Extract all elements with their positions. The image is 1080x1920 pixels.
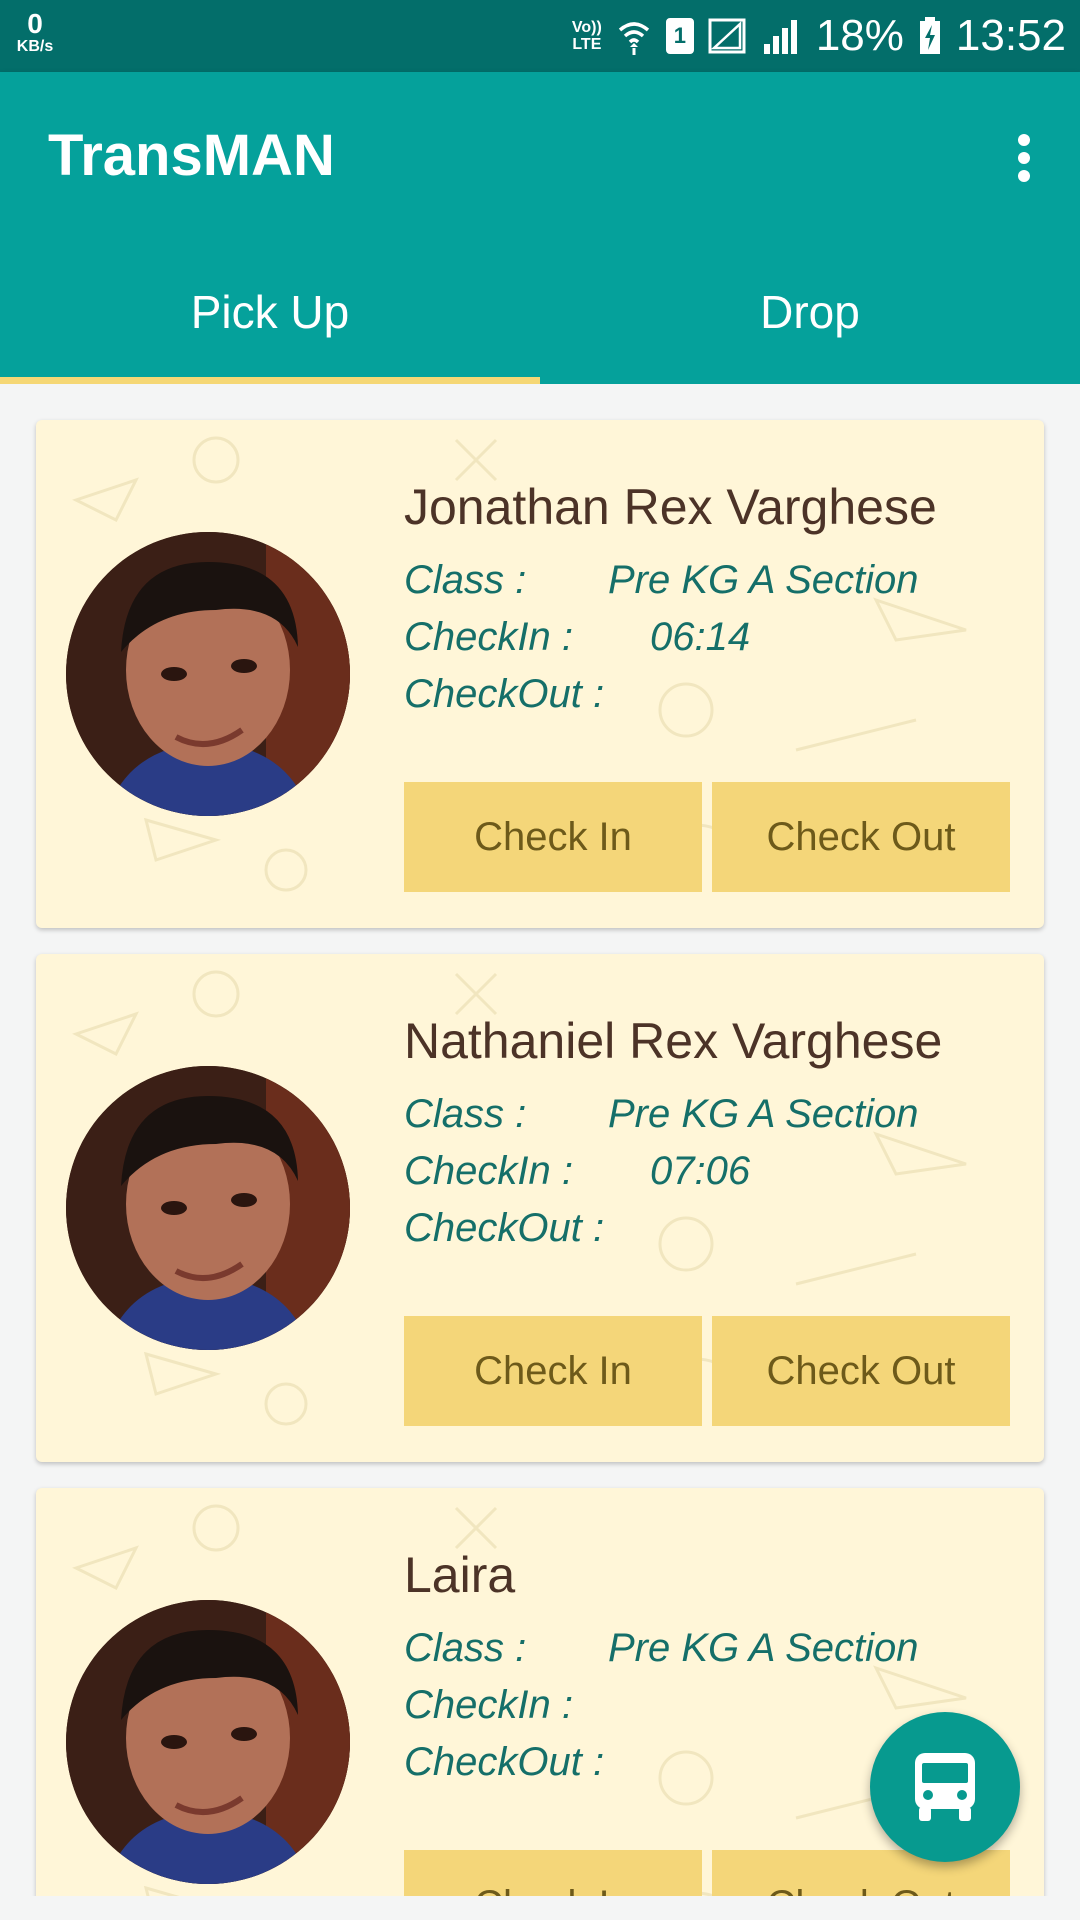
student-avatar	[66, 1600, 350, 1884]
checkout-row: CheckOut :	[404, 1740, 604, 1785]
checkout-row: CheckOut :	[404, 672, 604, 717]
lte-label: LTE	[572, 36, 602, 53]
class-row: Class : Pre KG A Section	[404, 1626, 919, 1671]
checkin-value: 07:06	[650, 1149, 751, 1193]
checkout-row: CheckOut :	[404, 1206, 604, 1251]
sim-number: 1	[673, 23, 686, 48]
sim-icon: 1	[665, 18, 694, 54]
class-row: Class : Pre KG A Section	[404, 1092, 919, 1137]
checkin-label: CheckIn :	[404, 1683, 573, 1727]
network-speed: 0 KB/s	[10, 10, 60, 56]
bottom-edge	[0, 1896, 1080, 1920]
check-in-button[interactable]: Check In	[404, 1850, 702, 1896]
student-avatar	[66, 532, 350, 816]
checkout-label: CheckOut :	[404, 1740, 605, 1784]
more-vert-icon[interactable]	[994, 128, 1054, 188]
student-photo	[66, 1600, 350, 1884]
checkin-row: CheckIn : 06:14	[404, 615, 750, 660]
class-value: Pre KG A Section	[608, 1626, 919, 1670]
class-label: Class :	[404, 1092, 527, 1136]
student-avatar	[66, 1066, 350, 1350]
bus-fab-button[interactable]	[870, 1712, 1020, 1862]
class-label: Class :	[404, 1626, 527, 1670]
app-bar: TransMAN	[0, 72, 1080, 240]
tab-pick-up[interactable]: Pick Up	[0, 240, 540, 384]
battery-percent: 18%	[815, 11, 904, 60]
student-name: Laira	[404, 1547, 516, 1603]
student-card: Jonathan Rex Varghese Class : Pre KG A S…	[36, 420, 1044, 928]
tab-drop[interactable]: Drop	[540, 240, 1080, 384]
class-label: Class :	[404, 558, 527, 602]
check-out-button[interactable]: Check Out	[712, 782, 1010, 892]
bus-icon	[915, 1753, 975, 1821]
checkin-value: 06:14	[650, 615, 751, 659]
checkout-label: CheckOut :	[404, 1206, 605, 1250]
checkout-label: CheckOut :	[404, 672, 605, 716]
class-value: Pre KG A Section	[608, 1092, 919, 1136]
checkin-label: CheckIn :	[404, 1149, 573, 1193]
student-list[interactable]: Jonathan Rex Varghese Class : Pre KG A S…	[0, 384, 1080, 1896]
network-speed-value: 0	[27, 8, 43, 39]
status-bar: 0 KB/s Vo)) LTE 1 18% 13:52	[0, 0, 1080, 72]
student-photo	[66, 1066, 350, 1350]
signal-icon	[708, 18, 746, 54]
signal-icon	[763, 20, 797, 54]
volte-indicator: Vo)) LTE	[572, 19, 602, 53]
battery-charging-icon	[919, 17, 940, 54]
checkin-row: CheckIn : 07:06	[404, 1149, 750, 1194]
class-value: Pre KG A Section	[608, 558, 919, 602]
student-name: Nathaniel Rex Varghese	[404, 1013, 943, 1069]
student-card: Nathaniel Rex Varghese Class : Pre KG A …	[36, 954, 1044, 1462]
tab-bar: Pick Up Drop	[0, 240, 1080, 384]
wifi-icon	[618, 22, 649, 55]
class-row: Class : Pre KG A Section	[404, 558, 919, 603]
volte-label: Vo))	[571, 19, 602, 36]
check-out-button[interactable]: Check Out	[712, 1316, 1010, 1426]
checkin-label: CheckIn :	[404, 615, 573, 659]
student-photo	[66, 532, 350, 816]
clock: 13:52	[955, 11, 1066, 60]
check-in-button[interactable]: Check In	[404, 782, 702, 892]
student-name: Jonathan Rex Varghese	[404, 479, 937, 535]
checkin-row: CheckIn :	[404, 1683, 573, 1728]
check-in-button[interactable]: Check In	[404, 1316, 702, 1426]
app-title: TransMAN	[48, 123, 335, 188]
network-speed-unit: KB/s	[16, 38, 54, 55]
